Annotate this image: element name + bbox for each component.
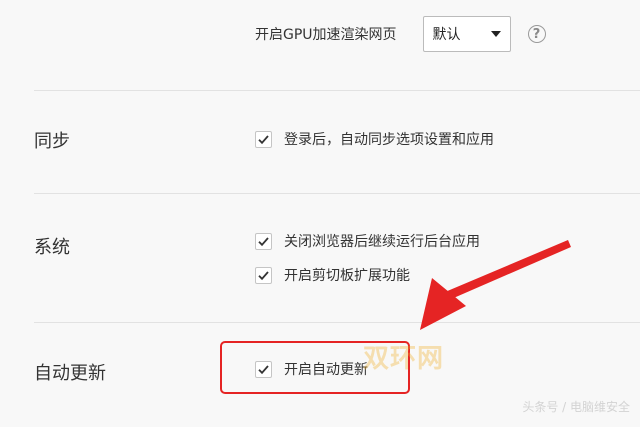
gpu-acceleration-row: 开启GPU加速渲染网页 默认 ? (255, 14, 546, 54)
checkbox-background-apps[interactable] (255, 232, 272, 250)
gpu-mode-select-value: 默认 (432, 27, 461, 43)
divider (34, 90, 640, 91)
option-sync-after-login[interactable]: 登录后，自动同步选项设置和应用 (255, 128, 494, 150)
check-icon (258, 134, 269, 144)
check-icon (258, 236, 269, 246)
help-icon[interactable]: ? (527, 25, 546, 43)
divider (34, 322, 640, 323)
checkbox-clipboard-extension[interactable] (255, 266, 272, 284)
option-clipboard-extension[interactable]: 开启剪切板扩展功能 (255, 264, 410, 286)
gpu-acceleration-label: 开启GPU加速渲染网页 (255, 27, 397, 43)
section-title-auto-update: 自动更新 (34, 363, 106, 384)
option-label: 登录后，自动同步选项设置和应用 (284, 132, 494, 148)
chevron-down-icon (490, 31, 501, 37)
section-title-sync: 同步 (34, 131, 70, 152)
settings-page: 开启GPU加速渲染网页 默认 ? 同步 登录后，自动同步选项设置和应用 系统 关… (0, 0, 640, 427)
checkbox-sync-after-login[interactable] (255, 130, 272, 148)
option-background-apps[interactable]: 关闭浏览器后继续运行后台应用 (255, 230, 480, 252)
watermark: 双环网 (363, 344, 445, 374)
option-label: 关闭浏览器后继续运行后台应用 (284, 234, 480, 250)
divider (34, 193, 640, 194)
option-label: 开启剪切板扩展功能 (284, 268, 410, 284)
section-title-system: 系统 (34, 237, 70, 258)
watermark-caption: 头条号 / 电脑维安全 (522, 400, 630, 414)
gpu-mode-select[interactable]: 默认 (422, 16, 511, 52)
check-icon (258, 270, 269, 280)
help-icon-glyph: ? (532, 26, 541, 42)
